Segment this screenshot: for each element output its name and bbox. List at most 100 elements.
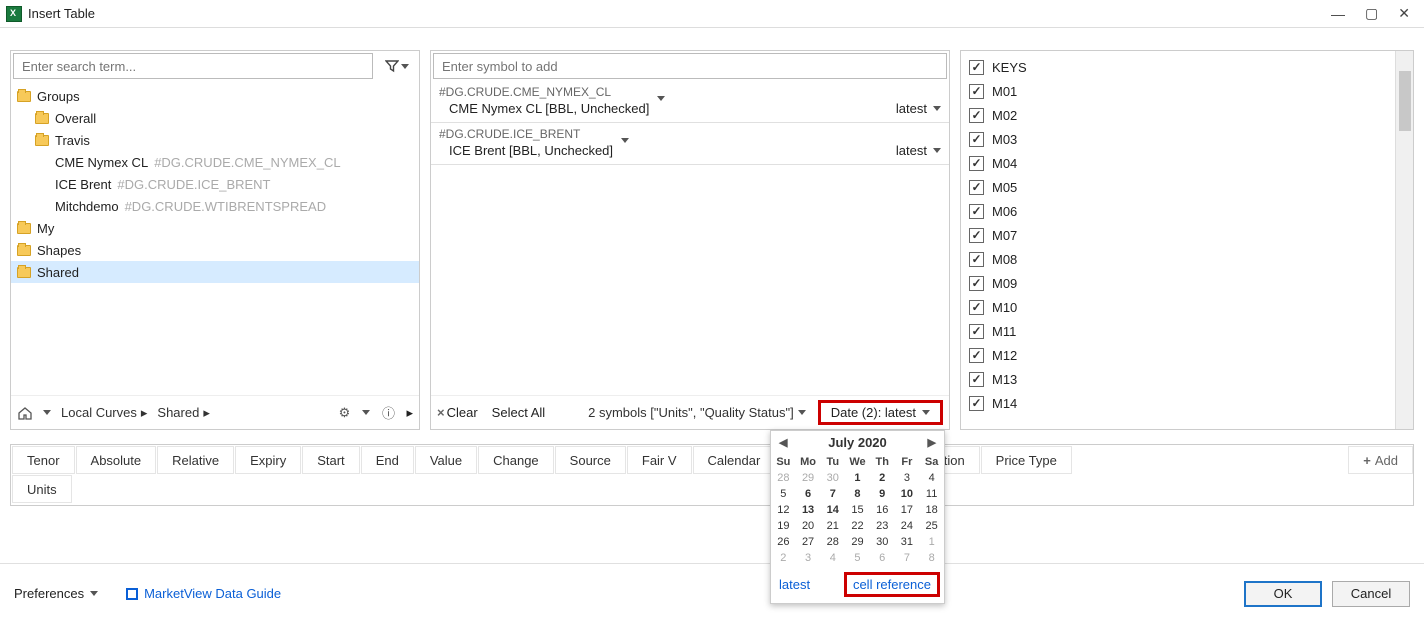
symbol-row[interactable]: #DG.CRUDE.CME_NYMEX_CL CME Nymex CL [BBL… [431, 81, 949, 123]
calendar-day[interactable]: 11 [919, 486, 944, 502]
keys-header[interactable]: KEYS [961, 55, 1395, 79]
checkbox-icon[interactable] [969, 252, 984, 267]
column-header[interactable]: Start [302, 446, 359, 474]
keys-item[interactable]: M12 [961, 343, 1395, 367]
chevron-down-icon[interactable] [798, 410, 806, 415]
calendar-day[interactable]: 8 [919, 550, 944, 566]
keys-item[interactable]: M03 [961, 127, 1395, 151]
calendar-day[interactable]: 27 [796, 534, 821, 550]
calendar-day[interactable]: 29 [796, 470, 821, 486]
column-header[interactable]: Change [478, 446, 554, 474]
column-header[interactable]: Source [555, 446, 626, 474]
breadcrumb-local[interactable]: Local Curves▸ [61, 405, 147, 421]
calendar-day[interactable]: 6 [870, 550, 895, 566]
symbol-latest-dropdown[interactable]: latest [896, 143, 941, 158]
calendar-day[interactable]: 9 [870, 486, 895, 502]
checkbox-icon[interactable] [969, 324, 984, 339]
calendar-day[interactable]: 18 [919, 502, 944, 518]
calendar-day[interactable]: 4 [919, 470, 944, 486]
calendar-day[interactable]: 17 [895, 502, 920, 518]
column-header[interactable]: Value [415, 446, 477, 474]
calendar-day[interactable]: 28 [820, 534, 845, 550]
checkbox-icon[interactable] [969, 372, 984, 387]
calendar-day[interactable]: 4 [820, 550, 845, 566]
tree-leaf[interactable]: ICE Brent#DG.CRUDE.ICE_BRENT [11, 173, 419, 195]
calendar-day[interactable]: 10 [895, 486, 920, 502]
calendar-day[interactable]: 13 [796, 502, 821, 518]
tree-node-shared[interactable]: Shared [11, 261, 419, 283]
calendar-day[interactable]: 7 [895, 550, 920, 566]
calendar-day[interactable]: 2 [771, 550, 796, 566]
checkbox-icon[interactable] [969, 276, 984, 291]
close-icon[interactable]: ✕ [1398, 5, 1410, 22]
calendar-day[interactable]: 26 [771, 534, 796, 550]
calendar-cell-reference-link[interactable]: cell reference [844, 572, 940, 597]
checkbox-icon[interactable] [969, 300, 984, 315]
keys-item[interactable]: M04 [961, 151, 1395, 175]
calendar-day[interactable]: 3 [895, 470, 920, 486]
tree-leaf[interactable]: CME Nymex CL#DG.CRUDE.CME_NYMEX_CL [11, 151, 419, 173]
search-input[interactable] [13, 53, 373, 79]
tree-node-my[interactable]: My [11, 217, 419, 239]
checkbox-icon[interactable] [969, 132, 984, 147]
keys-item[interactable]: M14 [961, 391, 1395, 415]
chevron-down-icon[interactable] [362, 410, 370, 415]
checkbox-icon[interactable] [969, 348, 984, 363]
date-dropdown[interactable]: Date (2): latest [818, 400, 943, 425]
column-header[interactable]: Relative [157, 446, 234, 474]
checkbox-icon[interactable] [969, 228, 984, 243]
symbol-input[interactable] [433, 53, 947, 79]
calendar-day[interactable]: 29 [845, 534, 870, 550]
calendar-day[interactable]: 20 [796, 518, 821, 534]
checkbox-icon[interactable] [969, 60, 984, 75]
keys-item[interactable]: M05 [961, 175, 1395, 199]
calendar-prev-button[interactable]: ◀ [779, 436, 787, 449]
calendar-day[interactable]: 3 [796, 550, 821, 566]
info-icon[interactable]: ⓘ [380, 405, 396, 421]
calendar-day[interactable]: 15 [845, 502, 870, 518]
tree-node-travis[interactable]: Travis [11, 129, 419, 151]
calendar-day[interactable]: 6 [796, 486, 821, 502]
checkbox-icon[interactable] [969, 180, 984, 195]
scrollbar-thumb[interactable] [1399, 71, 1411, 131]
filter-button[interactable] [377, 53, 417, 79]
calendar-day[interactable]: 25 [919, 518, 944, 534]
column-header[interactable]: Expiry [235, 446, 301, 474]
calendar-day[interactable]: 1 [919, 534, 944, 550]
scrollbar[interactable] [1395, 51, 1413, 429]
checkbox-icon[interactable] [969, 204, 984, 219]
calendar-day[interactable]: 1 [845, 470, 870, 486]
checkbox-icon[interactable] [969, 396, 984, 411]
clear-button[interactable]: ×Clear [437, 405, 478, 420]
ok-button[interactable]: OK [1244, 581, 1322, 607]
keys-item[interactable]: M11 [961, 319, 1395, 343]
breadcrumb-shared[interactable]: Shared▸ [157, 405, 209, 421]
calendar-day[interactable]: 30 [820, 470, 845, 486]
calendar-day[interactable]: 24 [895, 518, 920, 534]
calendar-day[interactable]: 14 [820, 502, 845, 518]
column-header[interactable]: End [361, 446, 414, 474]
column-header[interactable]: Absolute [76, 446, 157, 474]
checkbox-icon[interactable] [969, 108, 984, 123]
calendar-day[interactable]: 28 [771, 470, 796, 486]
keys-item[interactable]: M13 [961, 367, 1395, 391]
column-header[interactable]: Tenor [12, 446, 75, 474]
keys-item[interactable]: M06 [961, 199, 1395, 223]
gear-icon[interactable]: ⚙ [336, 405, 352, 421]
calendar-day[interactable]: 5 [845, 550, 870, 566]
calendar-latest-link[interactable]: latest [779, 577, 810, 592]
checkbox-icon[interactable] [969, 156, 984, 171]
column-header[interactable]: Price Type [981, 446, 1072, 474]
tree-node-overall[interactable]: Overall [11, 107, 419, 129]
checkbox-icon[interactable] [969, 84, 984, 99]
calendar-day[interactable]: 8 [845, 486, 870, 502]
keys-item[interactable]: M07 [961, 223, 1395, 247]
calendar-day[interactable]: 30 [870, 534, 895, 550]
keys-item[interactable]: M09 [961, 271, 1395, 295]
calendar-day[interactable]: 19 [771, 518, 796, 534]
add-column-button[interactable]: +Add [1348, 446, 1413, 474]
tree-node-groups[interactable]: Groups [11, 85, 419, 107]
chevron-down-icon[interactable] [43, 410, 51, 415]
calendar-day[interactable]: 12 [771, 502, 796, 518]
home-icon[interactable] [17, 405, 33, 421]
